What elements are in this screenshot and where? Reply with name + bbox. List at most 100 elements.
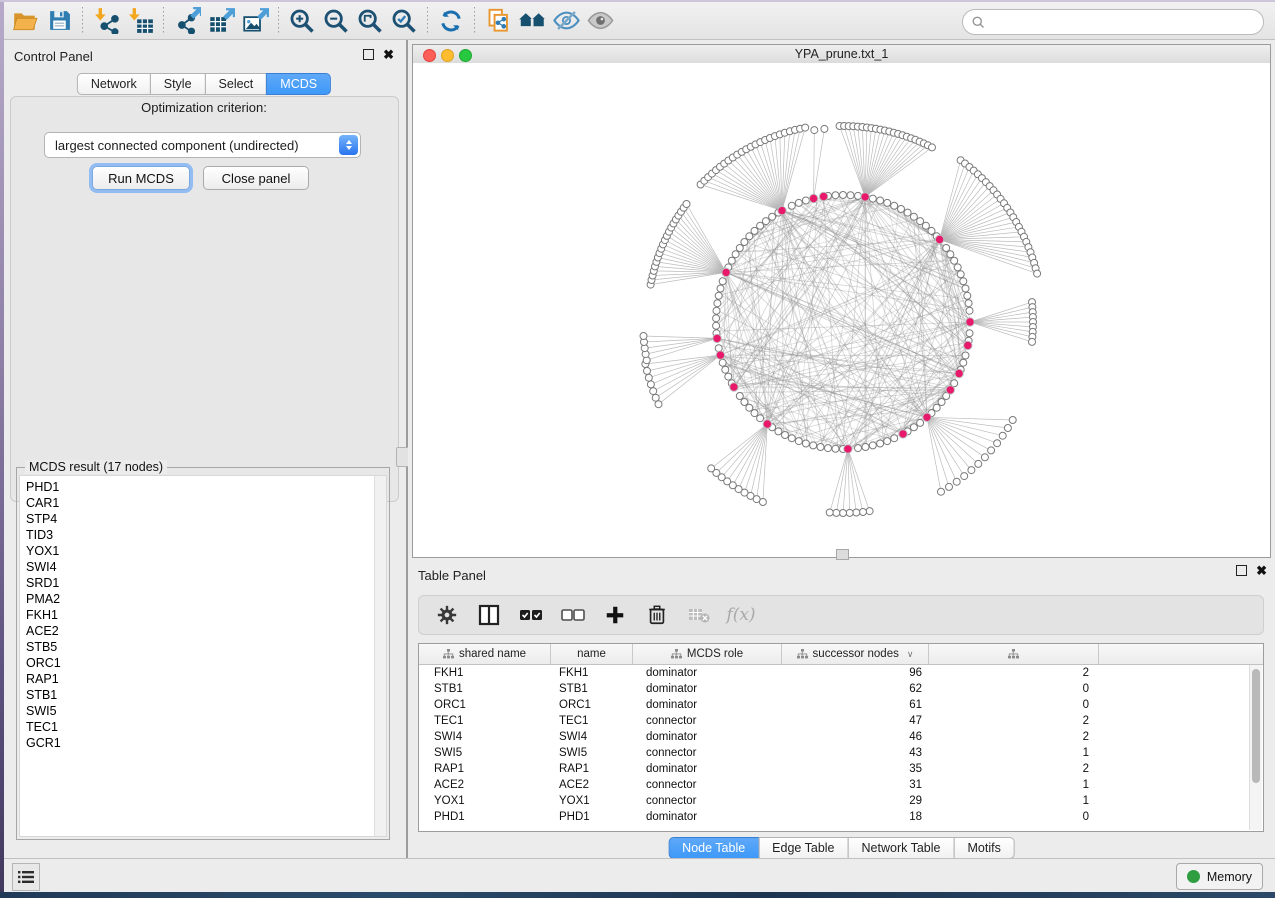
list-item[interactable]: SRD1 xyxy=(20,575,386,591)
export-image-button[interactable] xyxy=(238,6,272,36)
network-window-titlebar[interactable]: YPA_prune.txt_1 xyxy=(413,45,1270,64)
table-cell: RAP1 xyxy=(419,763,551,775)
list-item[interactable]: CAR1 xyxy=(20,495,386,511)
close-panel-button[interactable]: Close panel xyxy=(203,166,309,190)
tab-network[interactable]: Network xyxy=(77,73,151,95)
select-all-button[interactable] xyxy=(517,601,545,629)
table-row[interactable]: PHD1PHD1dominator180 xyxy=(419,809,1263,825)
table-cell: YOX1 xyxy=(419,795,551,807)
network-window: YPA_prune.txt_1 xyxy=(412,44,1271,558)
list-item[interactable]: GCR1 xyxy=(20,735,386,751)
table-row[interactable]: ACE2ACE2connector311 xyxy=(419,777,1263,793)
mcds-list-scrollbar[interactable] xyxy=(374,476,386,836)
task-history-button[interactable] xyxy=(12,863,40,891)
table-row[interactable]: ORC1ORC1dominator610 xyxy=(419,697,1263,713)
table-row[interactable]: STB1STB1dominator620 xyxy=(419,681,1263,697)
show-column-panel-button[interactable] xyxy=(475,601,503,629)
float-table-panel-icon[interactable] xyxy=(1236,565,1247,576)
table-row[interactable]: YOX1YOX1connector291 xyxy=(419,793,1263,809)
float-panel-icon[interactable] xyxy=(363,49,374,60)
table-row[interactable]: SWI4SWI4dominator462 xyxy=(419,729,1263,745)
clone-network-button[interactable] xyxy=(481,6,515,36)
memory-button[interactable]: Memory xyxy=(1176,863,1263,890)
list-item[interactable]: YOX1 xyxy=(20,543,386,559)
show-all-button[interactable] xyxy=(583,6,617,36)
tab-edge-table[interactable]: Edge Table xyxy=(758,837,848,859)
run-mcds-button[interactable]: Run MCDS xyxy=(92,166,190,190)
column-header-successor-nodes[interactable]: successor nodes ∨ xyxy=(782,644,929,664)
tab-select[interactable]: Select xyxy=(205,73,268,95)
table-cell: YOX1 xyxy=(551,795,633,807)
zoom-in-button[interactable] xyxy=(285,6,319,36)
table-settings-button[interactable] xyxy=(433,601,461,629)
table-cell: dominator xyxy=(633,811,782,823)
hide-selected-button[interactable] xyxy=(549,6,583,36)
column-header-shared-name[interactable]: shared name xyxy=(419,644,551,664)
create-column-button[interactable] xyxy=(601,601,629,629)
export-table-button[interactable] xyxy=(204,6,238,36)
horizontal-splitter-grip[interactable] xyxy=(836,549,849,560)
first-neighbors-button[interactable] xyxy=(515,6,549,36)
table-row[interactable]: TEC1TEC1connector472 xyxy=(419,713,1263,729)
delete-column-button[interactable] xyxy=(643,601,671,629)
open-file-button[interactable] xyxy=(8,6,42,36)
list-item[interactable]: STB1 xyxy=(20,687,386,703)
table-row[interactable]: FKH1FKH1dominator962 xyxy=(419,665,1263,681)
tab-motifs[interactable]: Motifs xyxy=(953,837,1014,859)
deselect-all-button[interactable] xyxy=(559,601,587,629)
table-row[interactable]: SWI5SWI5connector431 xyxy=(419,745,1263,761)
list-item[interactable]: FKH1 xyxy=(20,607,386,623)
list-item[interactable]: ACE2 xyxy=(20,623,386,639)
list-item[interactable]: PHD1 xyxy=(20,479,386,495)
column-header-name[interactable]: name xyxy=(551,644,633,664)
list-item[interactable]: SWI4 xyxy=(20,559,386,575)
eye-slash-icon xyxy=(552,6,581,35)
network-view[interactable] xyxy=(413,63,1270,557)
import-network-button[interactable] xyxy=(89,6,123,36)
table-cell: PHD1 xyxy=(551,811,633,823)
table-cell: 2 xyxy=(929,715,1099,727)
column-header-predecessor-nodes[interactable] xyxy=(929,644,1099,664)
export-network-button[interactable] xyxy=(170,6,204,36)
close-panel-icon[interactable]: ✖ xyxy=(383,50,394,59)
unchecked-boxes-icon xyxy=(560,602,586,628)
import-table-button[interactable] xyxy=(123,6,157,36)
search-box xyxy=(962,9,1264,35)
gear-icon xyxy=(436,604,458,626)
table-cell: 1 xyxy=(929,795,1099,807)
mcds-result-list[interactable]: PHD1CAR1STP4TID3YOX1SWI4SRD1PMA2FKH1ACE2… xyxy=(19,475,387,837)
tab-network-table[interactable]: Network Table xyxy=(848,837,955,859)
tab-style[interactable]: Style xyxy=(150,73,206,95)
refresh-button[interactable] xyxy=(434,6,468,36)
list-item[interactable]: RAP1 xyxy=(20,671,386,687)
save-session-button[interactable] xyxy=(42,6,76,36)
list-item[interactable]: TEC1 xyxy=(20,719,386,735)
tab-node-table[interactable]: Node Table xyxy=(668,837,759,859)
list-item[interactable]: ORC1 xyxy=(20,655,386,671)
criterion-dropdown[interactable]: largest connected component (undirected) xyxy=(44,132,361,158)
zoom-selected-button[interactable] xyxy=(387,6,421,36)
control-panel-tabs: Network Style Select MCDS xyxy=(77,73,331,95)
list-item[interactable]: STB5 xyxy=(20,639,386,655)
shared-column-icon xyxy=(443,649,454,659)
table-row[interactable]: RAP1RAP1dominator352 xyxy=(419,761,1263,777)
table-scrollbar[interactable] xyxy=(1249,665,1262,830)
table-scrollbar-thumb[interactable] xyxy=(1252,669,1260,783)
list-item[interactable]: SWI5 xyxy=(20,703,386,719)
column-header-mcds-role[interactable]: MCDS role xyxy=(633,644,782,664)
shared-column-icon xyxy=(1008,649,1019,659)
mcds-result-legend: MCDS result (17 nodes) xyxy=(25,460,167,474)
close-table-panel-icon[interactable]: ✖ xyxy=(1256,566,1267,575)
list-item[interactable]: PMA2 xyxy=(20,591,386,607)
zoom-fit-button[interactable] xyxy=(353,6,387,36)
search-input[interactable] xyxy=(986,14,1263,31)
control-panel: Control Panel ✖ Network Style Select MCD… xyxy=(4,40,404,858)
tab-mcds[interactable]: MCDS xyxy=(266,73,331,95)
zoom-out-button[interactable] xyxy=(319,6,353,36)
list-item[interactable]: TID3 xyxy=(20,527,386,543)
table-cell: 1 xyxy=(929,779,1099,791)
save-icon xyxy=(47,8,72,33)
toolbar-separator xyxy=(427,7,428,35)
memory-status-icon xyxy=(1187,870,1200,883)
list-item[interactable]: STP4 xyxy=(20,511,386,527)
